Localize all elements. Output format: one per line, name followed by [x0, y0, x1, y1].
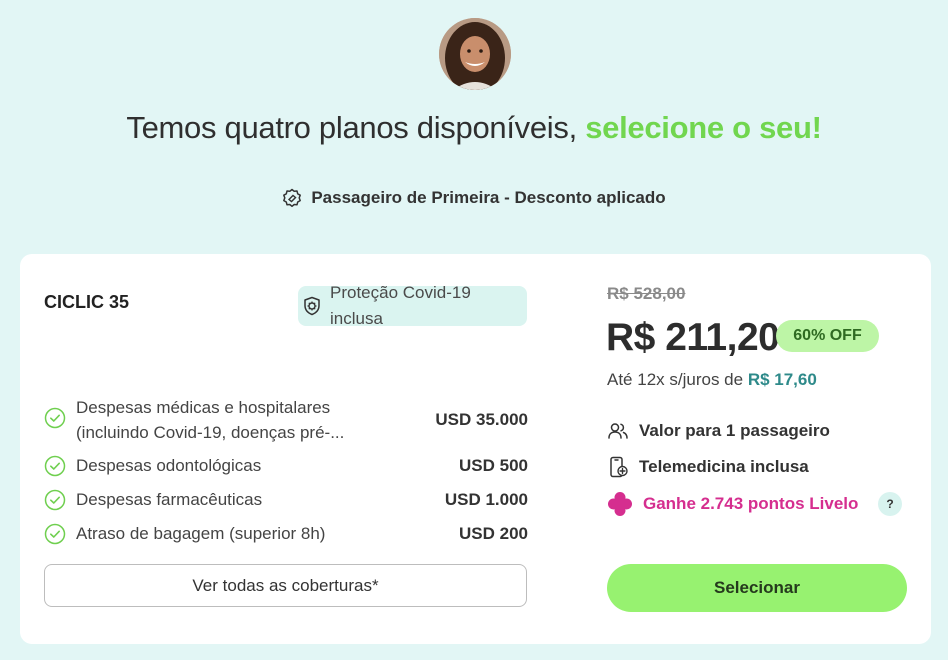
coverage-row: Despesas odontológicas USD 500 [44, 453, 528, 478]
coverage-value: USD 500 [459, 456, 528, 475]
agent-avatar [439, 18, 511, 90]
feature-livelo-points: Ganhe 2.743 pontos Livelo [607, 491, 858, 517]
users-icon [608, 423, 628, 439]
coverage-value: USD 35.000 [435, 410, 528, 429]
page-title-prefix: Temos quatro planos disponíveis, [126, 110, 586, 145]
select-plan-button[interactable]: Selecionar [607, 564, 907, 612]
coverage-label: Atraso de bagagem (superior 8h) [76, 524, 326, 543]
coverage-value: USD 200 [459, 524, 528, 543]
check-circle-icon [44, 489, 66, 511]
woman-avatar-icon [439, 18, 511, 90]
covid-badge-label: Proteção Covid-19 inclusa [330, 283, 471, 328]
coverage-label: Despesas odontológicas [76, 456, 262, 475]
virus-shield-icon [304, 296, 320, 316]
help-question-icon[interactable]: ? [878, 492, 902, 516]
coverage-row: Atraso de bagagem (superior 8h) USD 200 [44, 521, 528, 546]
coverage-label: Despesas farmacêuticas [76, 490, 263, 509]
installments-amount: R$ 17,60 [747, 370, 817, 389]
old-price: R$ 528,00 [607, 284, 686, 303]
coverage-row: Despesas farmacêuticas USD 1.000 [44, 487, 528, 512]
coverage-row: Despesas médicas e hospitalares (incluin… [44, 395, 528, 445]
plan-name: CICLIC 35 [44, 292, 130, 312]
check-circle-icon [44, 523, 66, 545]
see-all-coverages-button[interactable]: Ver todas as coberturas* [44, 564, 527, 607]
check-circle-icon [44, 407, 66, 429]
price: R$ 211,20 [606, 316, 780, 359]
coverage-value: USD 1.000 [444, 490, 528, 509]
phone-medical-icon [610, 456, 628, 478]
feature-telemedicine: Telemedicina inclusa [607, 456, 809, 478]
installments-prefix: Até 12x s/juros de [607, 370, 748, 389]
feature-telemedicine-label: Telemedicina inclusa [639, 457, 809, 476]
covid-protection-badge: Proteção Covid-19 inclusa [298, 283, 527, 328]
feature-passengers-label: Valor para 1 passageiro [639, 421, 830, 440]
discount-percent-badge: 60% OFF [776, 320, 879, 352]
page-title: Temos quatro planos disponíveis, selecio… [0, 110, 948, 146]
discount-applied-line: Passageiro de Primeira - Desconto aplica… [0, 188, 948, 208]
livelo-logo-icon [608, 492, 632, 516]
installments-info: Até 12x s/juros de R$ 17,60 [607, 370, 817, 390]
feature-points-label: Ganhe 2.743 pontos Livelo [643, 494, 859, 513]
plan-card: CICLIC 35 Proteção Covid-19 inclusa Desp… [20, 254, 931, 644]
discount-label: Passageiro de Primeira - Desconto aplica… [311, 188, 666, 207]
discount-tag-icon [283, 188, 302, 208]
coverage-label: Despesas médicas e hospitalares (incluin… [76, 398, 345, 442]
check-circle-icon [44, 455, 66, 477]
feature-passengers: Valor para 1 passageiro [607, 420, 830, 442]
page-title-accent: selecione o seu! [585, 110, 822, 145]
